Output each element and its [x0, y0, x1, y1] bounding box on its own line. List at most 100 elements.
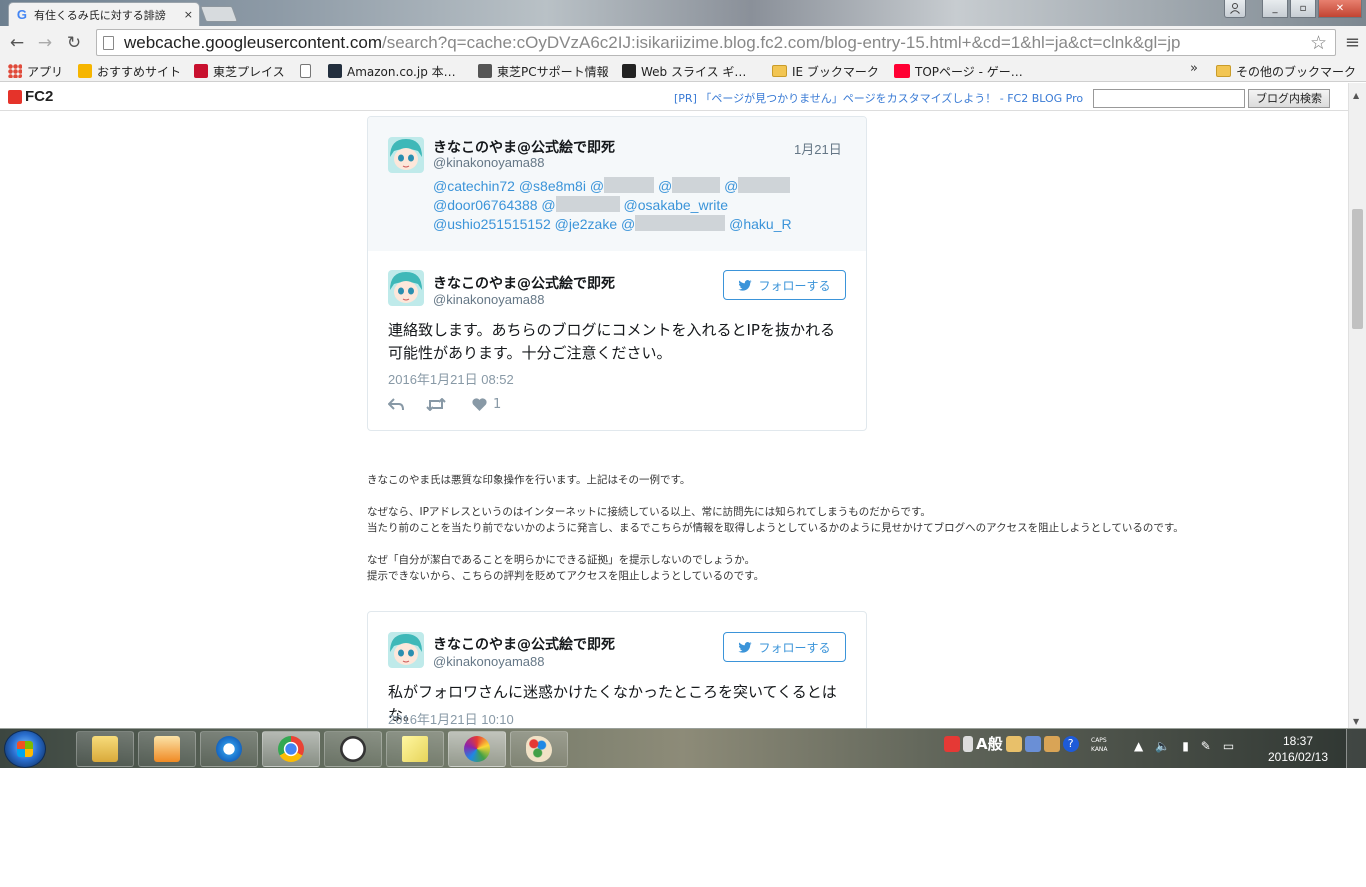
address-bar[interactable]: webcache.googleusercontent.com /search?q…	[96, 29, 1336, 56]
taskbar-explorer[interactable]	[76, 731, 134, 767]
mention-link[interactable]: @je2zake	[555, 216, 617, 232]
retweet-icon[interactable]	[426, 398, 446, 411]
security-icon[interactable]	[944, 735, 960, 752]
tweet-author-name[interactable]: きなこのやま@公式絵で即死	[433, 634, 615, 654]
tweet-author-handle[interactable]: @kinakonoyama88	[433, 654, 544, 669]
tweet-timestamp[interactable]: 2016年1月21日 10:10	[388, 709, 514, 728]
bookmark-star-icon[interactable]: ☆	[1310, 32, 1327, 54]
mention-link[interactable]: @s8e8m8i	[519, 178, 586, 194]
article-line: きなこのやま氏は悪質な印象操作を行います。上記はその一例です。	[367, 474, 691, 486]
forward-button[interactable]: →	[34, 32, 56, 54]
browser-tab-active[interactable]: G 有住くるみ氏に対する誹謗 ×	[8, 2, 200, 26]
browser-titlebar: G 有住くるみ氏に対する誹謗 × _ ▫ ✕	[0, 0, 1366, 26]
mention-link[interactable]: @	[621, 215, 726, 232]
taskbar-paint[interactable]	[510, 731, 568, 767]
tray-system-icons: ▲ 🔈 ▮ ✎ ▭	[1134, 739, 1234, 753]
bookmarks-overflow-button[interactable]: »	[1190, 61, 1198, 76]
bookmark-ie-folder[interactable]: IE ブックマーク	[772, 61, 879, 81]
blog-article-text: きなこのやま氏は悪質な印象操作を行います。上記はその一例です。 なぜなら、IPア…	[367, 472, 1327, 584]
tweet-author-name[interactable]: きなこのやま@公式絵で即死	[433, 273, 615, 293]
mention-link[interactable]: @haku_R	[729, 216, 791, 232]
tab-close-button[interactable]: ×	[184, 8, 193, 21]
bookmark-web-slice[interactable]: Web スライス ギ…	[622, 61, 746, 81]
show-desktop-button[interactable]	[1346, 729, 1366, 769]
like-count: 1	[493, 397, 502, 412]
back-button[interactable]: ←	[6, 32, 28, 54]
taskbar-clock[interactable]: 18:37 2016/02/13	[1258, 733, 1338, 765]
bookmark-other[interactable]: その他のブックマーク	[1216, 61, 1356, 81]
internet-explorer-icon	[216, 736, 242, 762]
clock-icon	[340, 736, 366, 762]
mention-link[interactable]: @	[658, 177, 721, 194]
avatar[interactable]	[388, 270, 424, 306]
bookmark-toshiba-support[interactable]: 東芝PCサポート情報	[478, 61, 609, 81]
document-icon	[300, 64, 311, 78]
follow-button[interactable]: フォローする	[723, 270, 846, 300]
tweet-date[interactable]: 1月21日	[794, 139, 842, 158]
follow-button[interactable]: フォローする	[723, 632, 846, 662]
tweet-parent-context: きなこのやま@公式絵で即死 @kinakonoyama88 1月21日 @cat…	[368, 117, 866, 251]
taskbar-sticky-notes[interactable]	[386, 731, 444, 767]
tweet-author-handle[interactable]: @kinakonoyama88	[433, 155, 544, 170]
ime-pad-icon[interactable]	[1043, 735, 1060, 752]
tweet-timestamp[interactable]: 2016年1月21日 08:52	[388, 369, 514, 388]
tweet-author-handle[interactable]: @kinakonoyama88	[433, 292, 544, 307]
start-button[interactable]	[4, 730, 46, 768]
mention-link[interactable]: @	[590, 177, 655, 194]
taskbar-clock-app[interactable]	[324, 731, 382, 767]
chrome-menu-icon[interactable]: ≡	[1345, 32, 1360, 53]
close-window-button[interactable]: ✕	[1318, 0, 1362, 18]
network-icon[interactable]: ▭	[1223, 739, 1234, 753]
new-tab-button[interactable]	[200, 6, 238, 22]
maximize-button[interactable]: ▫	[1290, 0, 1316, 18]
mention-link[interactable]: @catechin72	[433, 178, 515, 194]
fc2-logo[interactable]: FC2	[8, 88, 53, 105]
avatar[interactable]	[388, 137, 424, 173]
url-host: webcache.googleusercontent.com	[124, 32, 382, 52]
ime-tools-icon[interactable]	[1024, 735, 1041, 752]
blog-search-button[interactable]: ブログ内検索	[1248, 89, 1330, 108]
bookmark-amazon[interactable]: Amazon.co.jp 本…	[328, 61, 456, 81]
pc-icon	[478, 64, 492, 78]
bookmark-apps[interactable]: アプリ	[8, 61, 63, 81]
mention-link[interactable]: @	[541, 196, 620, 213]
minimize-button[interactable]: _	[1262, 0, 1288, 18]
tweet-author-name[interactable]: きなこのやま@公式絵で即死	[433, 137, 615, 157]
paint-palette-icon	[526, 736, 552, 762]
scroll-thumb[interactable]	[1352, 209, 1363, 329]
scroll-up-arrow-icon[interactable]: ▲	[1353, 91, 1359, 100]
volume-icon[interactable]: 🔈	[1155, 739, 1170, 753]
user-icon	[1230, 3, 1240, 14]
bookmark-yahoo-top[interactable]: TOPページ - ゲー…	[894, 61, 1023, 81]
page-scrollbar[interactable]: ▲ ▼	[1348, 83, 1366, 728]
blog-search-input[interactable]	[1093, 89, 1245, 108]
fc2-pr-link[interactable]: [PR] 「ページが見つかりません」ページをカスタマイズしよう！ - FC2 B…	[674, 90, 1083, 106]
power-icon[interactable]: ▮	[1182, 739, 1189, 753]
ime-toolbar-icon	[963, 735, 973, 752]
mention-link[interactable]: @osakabe_write	[624, 197, 729, 213]
folder-icon	[1216, 65, 1231, 77]
article-line: 当たり前のことを当たり前でないかのように発言し、まるでこちらが情報を取得しようと…	[367, 522, 1184, 534]
mention-link[interactable]: @door06764388	[433, 197, 538, 213]
redacted-block	[555, 196, 620, 212]
user-profile-button[interactable]	[1224, 0, 1246, 18]
reload-button[interactable]: ↻	[63, 32, 85, 54]
mention-link[interactable]: @ushio251515152	[433, 216, 551, 232]
taskbar-color-app[interactable]	[448, 731, 506, 767]
avatar[interactable]	[388, 632, 424, 668]
like-icon[interactable]	[472, 398, 487, 411]
show-hidden-icons-icon[interactable]: ▲	[1134, 739, 1143, 753]
taskbar-chrome[interactable]	[262, 731, 320, 767]
help-icon[interactable]: ?	[1062, 735, 1079, 752]
taskbar-media-player[interactable]	[138, 731, 196, 767]
ime-mode-label[interactable]: A般	[976, 733, 1003, 754]
taskbar-internet-explorer[interactable]	[200, 731, 258, 767]
pin-icon[interactable]: ✎	[1201, 739, 1211, 753]
scroll-down-arrow-icon[interactable]: ▼	[1353, 717, 1359, 726]
mention-link[interactable]: @	[724, 177, 791, 194]
bookmark-osusume[interactable]: おすすめサイト	[78, 61, 181, 81]
reply-icon[interactable]	[388, 398, 404, 411]
ime-dictionary-icon[interactable]	[1005, 735, 1022, 752]
bookmark-blank[interactable]	[300, 61, 316, 81]
bookmark-toshiba-place[interactable]: 東芝プレイス	[194, 61, 285, 81]
